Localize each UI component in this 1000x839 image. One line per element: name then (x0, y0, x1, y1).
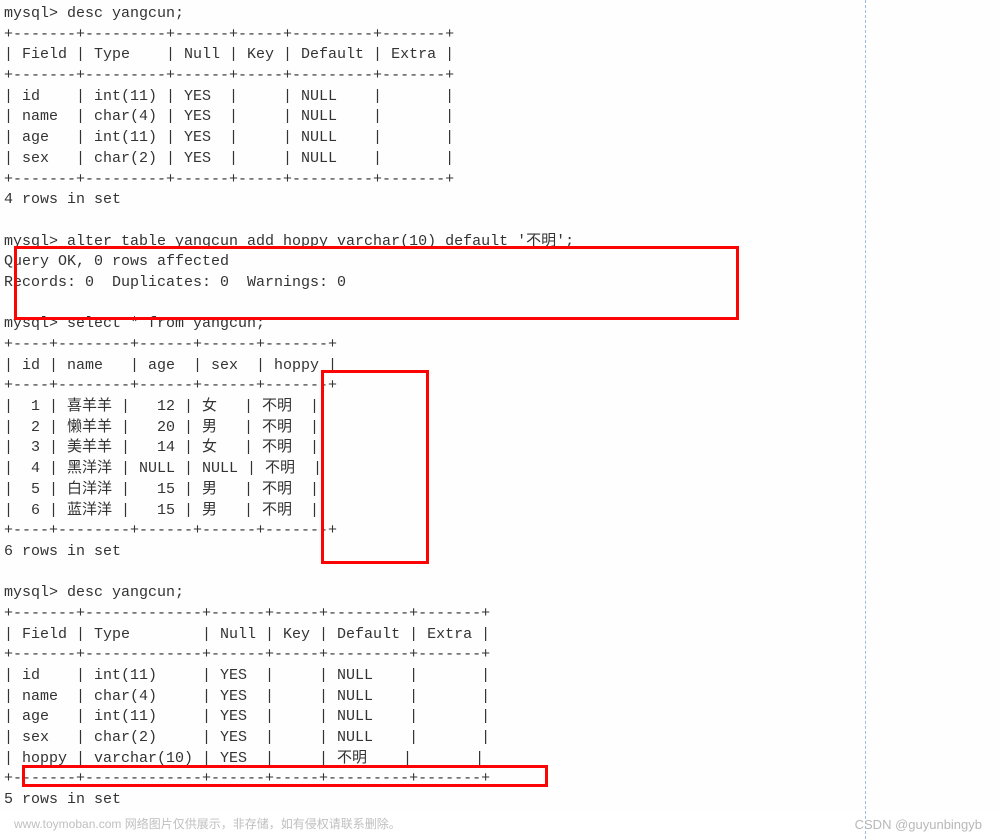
page-rule (865, 0, 866, 839)
table-row: | 5 | 白洋洋 | 15 | 男 | 不明 | (4, 480, 1000, 501)
blank (4, 563, 1000, 584)
cmd-alter: mysql> alter table yangcun add hoppy var… (4, 232, 1000, 253)
table-row: | 2 | 懒羊羊 | 20 | 男 | 不明 | (4, 418, 1000, 439)
blank (4, 211, 1000, 232)
watermark-right: CSDN @guyunbingyb (855, 817, 982, 832)
table-row: | id | int(11) | YES | | NULL | | (4, 666, 1000, 687)
divider: +-------+-------------+------+-----+----… (4, 604, 1000, 625)
table-row: | name | char(4) | YES | | NULL | | (4, 107, 1000, 128)
table-row: | sex | char(2) | YES | | NULL | | (4, 728, 1000, 749)
table-row: | 3 | 美羊羊 | 14 | 女 | 不明 | (4, 438, 1000, 459)
divider: +----+--------+------+------+-------+ (4, 335, 1000, 356)
cmd-desc-1: mysql> desc yangcun; (4, 4, 1000, 25)
divider: +-------+-------------+------+-----+----… (4, 645, 1000, 666)
alter-result-2: Records: 0 Duplicates: 0 Warnings: 0 (4, 273, 1000, 294)
table-header: | Field | Type | Null | Key | Default | … (4, 625, 1000, 646)
table-row: | hoppy | varchar(10) | YES | | 不明 | | (4, 749, 1000, 770)
table-header: | id | name | age | sex | hoppy | (4, 356, 1000, 377)
divider: +-------+---------+------+-----+--------… (4, 66, 1000, 87)
result-count: 6 rows in set (4, 542, 1000, 563)
alter-result-1: Query OK, 0 rows affected (4, 252, 1000, 273)
table-row: | 4 | 黑洋洋 | NULL | NULL | 不明 | (4, 459, 1000, 480)
table-row: | age | int(11) | YES | | NULL | | (4, 128, 1000, 149)
cmd-select: mysql> select * from yangcun; (4, 314, 1000, 335)
divider: +----+--------+------+------+-------+ (4, 521, 1000, 542)
divider: +-------+---------+------+-----+--------… (4, 170, 1000, 191)
table-header: | Field | Type | Null | Key | Default | … (4, 45, 1000, 66)
mysql-terminal: mysql> desc yangcun; +-------+---------+… (0, 0, 1000, 811)
divider: +-------+-------------+------+-----+----… (4, 769, 1000, 790)
divider: +-------+---------+------+-----+--------… (4, 25, 1000, 46)
table-row: | 1 | 喜羊羊 | 12 | 女 | 不明 | (4, 397, 1000, 418)
table-row: | id | int(11) | YES | | NULL | | (4, 87, 1000, 108)
table-row: | name | char(4) | YES | | NULL | | (4, 687, 1000, 708)
blank (4, 294, 1000, 315)
table-row: | sex | char(2) | YES | | NULL | | (4, 149, 1000, 170)
table-row: | 6 | 蓝洋洋 | 15 | 男 | 不明 | (4, 501, 1000, 522)
result-count: 4 rows in set (4, 190, 1000, 211)
table-row: | age | int(11) | YES | | NULL | | (4, 707, 1000, 728)
divider: +----+--------+------+------+-------+ (4, 376, 1000, 397)
cmd-desc-2: mysql> desc yangcun; (4, 583, 1000, 604)
result-count: 5 rows in set (4, 790, 1000, 811)
watermark-left: www.toymoban.com 网络图片仅供展示，非存储，如有侵权请联系删除。 (14, 815, 401, 832)
